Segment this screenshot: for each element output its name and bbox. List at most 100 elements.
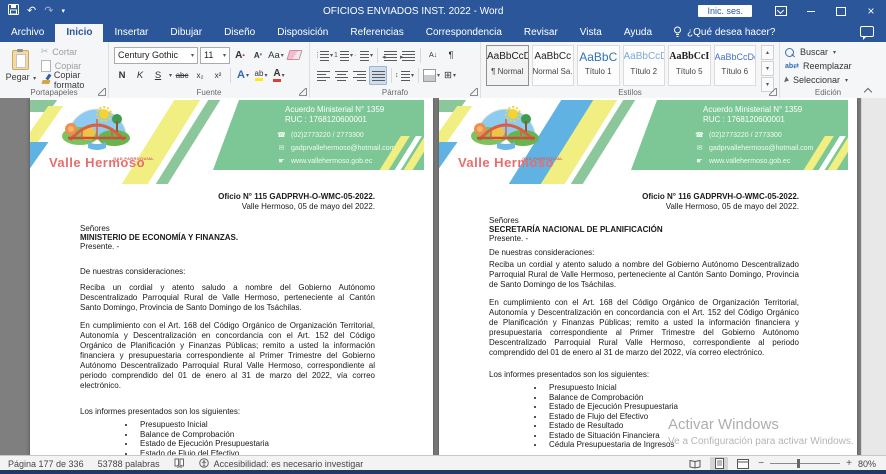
ruc-line: RUC : 1768120600001 [703,115,848,125]
styles-scroll-down[interactable]: ▾ [761,61,774,76]
cut-button[interactable]: ✂ Cortar [41,45,103,58]
collapse-ribbon-button[interactable] [865,87,872,94]
zoom-level[interactable]: 80% [858,459,876,469]
styles-dialog-launcher[interactable] [769,88,777,96]
select-button[interactable]: Seleccionar ▾ [785,73,871,87]
addressee-name: SECRETARÍA NACIONAL DE PLANIFICACIÓN [489,225,799,234]
tab-archivo[interactable]: Archivo [0,24,55,42]
numbering-button[interactable]: 1▾ [335,47,353,64]
read-mode-button[interactable] [686,457,704,470]
tab-referencias[interactable]: Referencias [339,24,414,42]
paragraph-dialog-launcher[interactable] [470,88,478,96]
format-painter-button[interactable]: Copiar formato [41,73,103,86]
shrink-font-button[interactable]: A▾ [250,47,266,64]
page-1[interactable]: Valle HermosoGAD PARROQUIAL Acuerdo Mini… [30,98,433,455]
text-effects-button[interactable]: A▾ [235,67,251,84]
borders-button[interactable]: ⊞▾ [442,67,458,84]
subscript-button[interactable]: x₂ [192,67,208,84]
font-color-button[interactable]: A▾ [271,67,287,84]
page-2[interactable]: Valle HermosoGAD PARROQUIAL Acuerdo Mini… [439,98,857,455]
align-center-button[interactable] [333,67,349,84]
tab-dibujar[interactable]: Dibujar [159,24,213,42]
accessibility-status[interactable]: Accesibilidad: es necesario investigar [214,459,364,469]
zoom-out-button[interactable]: − [758,458,764,469]
letter-body[interactable]: Oficio N° 116 GADPRVH-O-WMC-05-2022. Val… [439,184,857,450]
show-marks-button[interactable]: ¶ [443,47,459,64]
bold-button[interactable]: N [114,67,130,84]
ribbon-display-options-button[interactable] [766,0,796,22]
highlight-color-button[interactable]: ab▾ [253,67,269,84]
list-item: Estado de Ejecución Presupuestaria [545,402,799,412]
underline-button[interactable]: S [150,67,166,84]
font-name-combobox[interactable]: Century Gothic ▾ [114,47,198,64]
print-layout-button[interactable] [710,457,728,470]
clear-formatting-button[interactable] [286,47,302,64]
style-titulo-1[interactable]: AaBbC Título 1 [577,45,620,86]
bullets-button[interactable]: ⋮▾ [315,47,333,64]
tell-me-search[interactable]: ¿Qué desea hacer? [663,26,785,42]
decrease-indent-button[interactable]: ◂ [382,47,398,64]
change-case-button[interactable]: Aa▾ [268,47,284,64]
undo-icon[interactable]: ↶ [27,6,36,17]
word-count[interactable]: 53788 palabras [98,459,160,469]
replace-button[interactable]: ab⇄ Reemplazar [785,59,871,73]
justify-button[interactable] [369,66,387,85]
paste-button[interactable]: Pegar ▾ [5,45,37,87]
vertical-scrollbar[interactable] [861,98,886,455]
letterhead-banner: Valle HermosoGAD PARROQUIAL Acuerdo Mini… [439,100,857,184]
comments-icon[interactable] [860,26,874,37]
list-item: Presupuesto Inicial [545,383,799,393]
activate-windows-watermark: Activar Windows [668,416,779,433]
tab-disposicion[interactable]: Disposición [266,24,339,42]
styles-scroll-up[interactable]: ▴ [761,45,774,60]
tab-diseno[interactable]: Diseño [213,24,266,42]
style-titulo-2[interactable]: AaBbCcD Título 2 [623,45,666,86]
zoom-slider-thumb[interactable] [797,459,800,468]
font-size-combobox[interactable]: 11 ▾ [200,47,230,64]
save-icon[interactable] [8,4,19,18]
tab-inicio[interactable]: Inicio [55,24,103,42]
chevron-down-icon[interactable]: ▾ [169,72,172,79]
web-layout-button[interactable] [734,457,752,470]
line-spacing-button[interactable]: ↕▾ [396,67,414,84]
style-titulo-6[interactable]: AaBbCcDc Título 6 [714,45,757,86]
qat-customize-icon[interactable]: ▾ [61,6,65,17]
font-dialog-launcher[interactable] [299,88,307,96]
minimize-button[interactable] [796,0,826,22]
align-right-button[interactable] [351,67,367,84]
style-titulo-5[interactable]: AaBbCcI Título 5 [668,45,711,86]
style-normal[interactable]: AaBbCcD ¶ Normal [486,45,529,86]
title-bar: ↶ ↷ ▾ OFICIOS ENVIADOS INST. 2022 - Word… [0,0,886,22]
sign-in-button[interactable]: Inic. ses. [698,5,752,17]
page-indicator[interactable]: Página 177 de 336 [8,459,84,469]
increase-indent-button[interactable]: ▸ [400,47,416,64]
align-left-button[interactable] [315,67,331,84]
tab-ayuda[interactable]: Ayuda [613,24,663,42]
italic-button[interactable]: K [132,67,148,84]
superscript-button[interactable]: x² [210,67,226,84]
grow-font-button[interactable]: A▴ [232,47,248,64]
close-button[interactable]: × [856,0,886,22]
style-normal-sa[interactable]: AaBbCc Normal Sa... [532,45,575,86]
addressee-block: Señores SECRETARÍA NACIONAL DE PLANIFICA… [489,216,799,243]
tab-vista[interactable]: Vista [569,24,613,42]
find-button[interactable]: Buscar ▾ [785,45,871,59]
multilevel-list-button[interactable]: ·▾ [355,47,373,64]
zoom-in-button[interactable]: + [846,458,852,469]
strikethrough-button[interactable]: abc [174,67,190,84]
tab-correspondencia[interactable]: Correspondencia [415,24,513,42]
letter-body[interactable]: Oficio N° 115 GADPRVH-O-WMC-05-2022. Val… [30,184,433,455]
format-painter-label: Copiar formato [54,70,103,90]
oficio-number: Oficio N° 115 GADPRVH-O-WMC-05-2022. [80,192,375,202]
accessibility-icon[interactable] [199,458,209,470]
zoom-slider[interactable] [770,463,840,464]
proofing-icon[interactable] [174,458,185,470]
shading-button[interactable]: ▾ [423,67,440,84]
tab-insertar[interactable]: Insertar [103,24,159,42]
sort-button[interactable]: A↓ [425,47,441,64]
clipboard-dialog-launcher[interactable] [98,88,106,96]
document-canvas[interactable]: Valle HermosoGAD PARROQUIAL Acuerdo Mini… [0,98,886,455]
restore-button[interactable] [826,0,856,22]
logo-emblem-icon [62,102,132,152]
tab-revisar[interactable]: Revisar [513,24,569,42]
